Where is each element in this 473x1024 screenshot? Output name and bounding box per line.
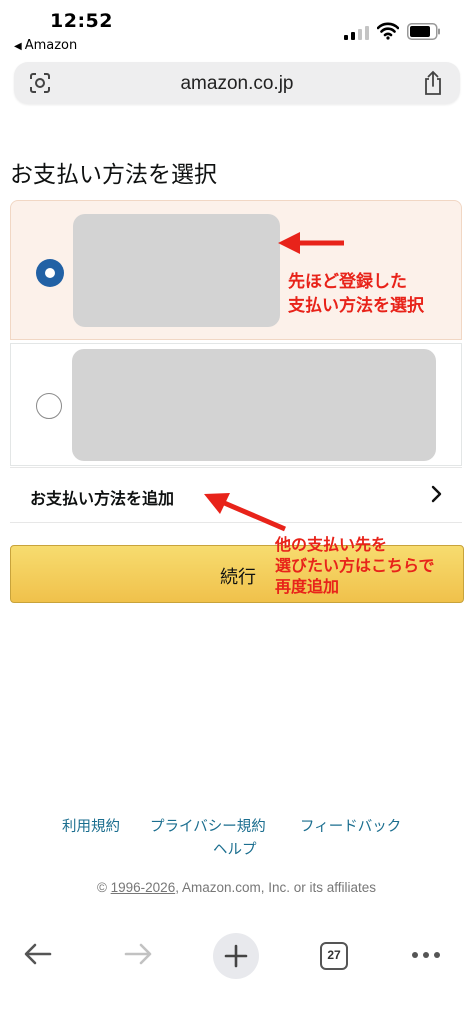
status-time: 12:52 <box>50 10 113 32</box>
radio-unselected[interactable] <box>36 393 62 419</box>
copyright-suffix: , Amazon.com, Inc. or its affiliates <box>175 880 377 895</box>
add-payment-method-row[interactable]: お支払い方法を追加 <box>10 467 462 523</box>
tabs-icon[interactable]: 27 <box>320 942 348 970</box>
annotation-note-2-line2: 選びたい方はこちらで <box>275 556 435 575</box>
annotation-note-2-line1: 他の支払い先を <box>275 535 388 554</box>
radio-selected[interactable] <box>36 259 64 287</box>
payment-card-redacted <box>73 214 280 327</box>
cellular-signal-icon <box>344 26 369 40</box>
new-tab-button[interactable] <box>213 933 259 979</box>
wifi-icon <box>377 22 399 40</box>
footer-link-help[interactable]: ヘルプ <box>213 838 257 859</box>
chevron-right-icon <box>431 485 442 503</box>
add-payment-method-label: お支払い方法を追加 <box>30 489 175 508</box>
battery-icon <box>407 23 440 40</box>
copyright-years: 1996-2026 <box>110 880 176 895</box>
annotation-note-1-line1: 先ほど登録した <box>288 272 407 292</box>
back-arrow-icon[interactable] <box>22 938 54 970</box>
annotation-note-2: 他の支払い先を 選びたい方はこちらで 再度追加 <box>275 534 435 597</box>
footer-link-privacy[interactable]: プライバシー規約 <box>150 815 266 836</box>
plus-icon <box>224 944 248 968</box>
payment-card-redacted <box>72 349 436 461</box>
more-icon[interactable] <box>410 943 442 967</box>
footer-link-feedback[interactable]: フィードバック <box>300 815 401 836</box>
annotation-note-2-line3: 再度追加 <box>275 577 340 596</box>
annotation-note-1: 先ほど登録した 支払い方法を選択 <box>288 270 424 318</box>
forward-arrow-icon[interactable] <box>122 938 154 970</box>
back-to-app-link[interactable]: ◀ Amazon <box>14 38 77 53</box>
back-triangle-icon: ◀ <box>14 41 22 52</box>
url-text[interactable]: amazon.co.jp <box>14 73 460 95</box>
share-icon[interactable] <box>421 70 445 96</box>
page-title: お支払い方法を選択 <box>10 162 217 188</box>
copyright-text: © 1996-2026, Amazon.com, Inc. or its aff… <box>0 880 473 895</box>
copyright-prefix: © <box>96 880 111 895</box>
address-bar[interactable]: amazon.co.jp <box>14 62 460 104</box>
annotation-note-1-line2: 支払い方法を選択 <box>288 296 424 316</box>
footer-link-terms[interactable]: 利用規約 <box>62 815 120 836</box>
back-app-label: Amazon <box>24 38 78 53</box>
